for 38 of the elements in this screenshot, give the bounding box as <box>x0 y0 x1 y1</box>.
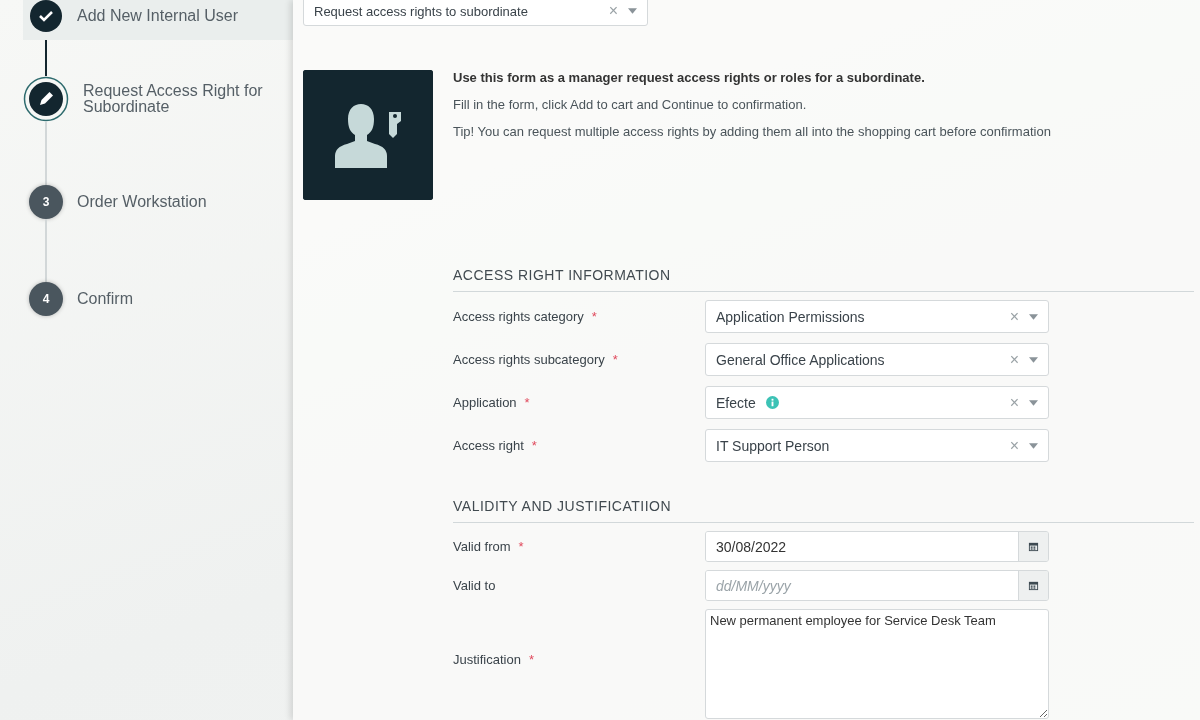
form-type-dropdown[interactable]: Request access rights to subordinate × <box>303 0 648 26</box>
caret-icon[interactable] <box>628 8 637 14</box>
select-field[interactable]: General Office Applications × <box>705 343 1049 376</box>
wizard-step[interactable]: 3 Order Workstation <box>23 185 293 219</box>
user-key-icon <box>303 70 433 200</box>
section-heading: ACCESS RIGHT INFORMATION <box>453 267 1194 292</box>
field-label: Valid to <box>453 578 496 593</box>
field-label: Access right <box>453 438 524 453</box>
field-label: Justification <box>453 652 521 667</box>
wizard-step[interactable]: Request Access Right for Subordinate <box>17 76 293 122</box>
intro-heading: Use this form as a manager request access rights or roles for a subordinate. <box>453 70 926 85</box>
required-mark: * <box>524 395 530 410</box>
required-mark: * <box>591 309 597 324</box>
select-field[interactable]: Efecte × <box>705 386 1049 419</box>
step-number: 4 <box>29 282 63 316</box>
caret-icon[interactable] <box>1029 356 1038 363</box>
field-label: Access rights category <box>453 309 584 324</box>
required-mark: * <box>528 652 534 667</box>
required-mark: * <box>612 352 618 367</box>
caret-icon[interactable] <box>1029 313 1038 320</box>
section-heading: VALIDITY AND JUSTIFICATIION <box>453 498 1194 523</box>
required-mark: * <box>531 438 537 453</box>
check-icon <box>29 0 63 33</box>
intro-text: Tip! You can request multiple access rights by adding them all into the shopping cart before confirmation <box>453 124 1051 139</box>
step-number: 3 <box>29 185 63 219</box>
field-label: Application <box>453 395 517 410</box>
caret-icon[interactable] <box>1029 442 1038 449</box>
wizard-step[interactable]: Add New Internal User <box>23 0 293 40</box>
select-field[interactable]: Application Permissions × <box>705 300 1049 333</box>
info-icon[interactable] <box>765 396 779 409</box>
justification-field[interactable]: New permanent employee for Service Desk Team <box>705 609 1049 719</box>
intro-text: Fill in the form, click Add to cart and Continue to confirmation. <box>453 97 808 112</box>
field-label: Valid from <box>453 539 511 554</box>
required-mark: * <box>518 539 524 554</box>
wizard-step[interactable]: 4 Confirm <box>23 282 293 316</box>
caret-icon[interactable] <box>1029 399 1038 406</box>
field-label: Access rights subcategory <box>453 352 605 367</box>
select-field[interactable]: IT Support Person × <box>705 429 1049 462</box>
